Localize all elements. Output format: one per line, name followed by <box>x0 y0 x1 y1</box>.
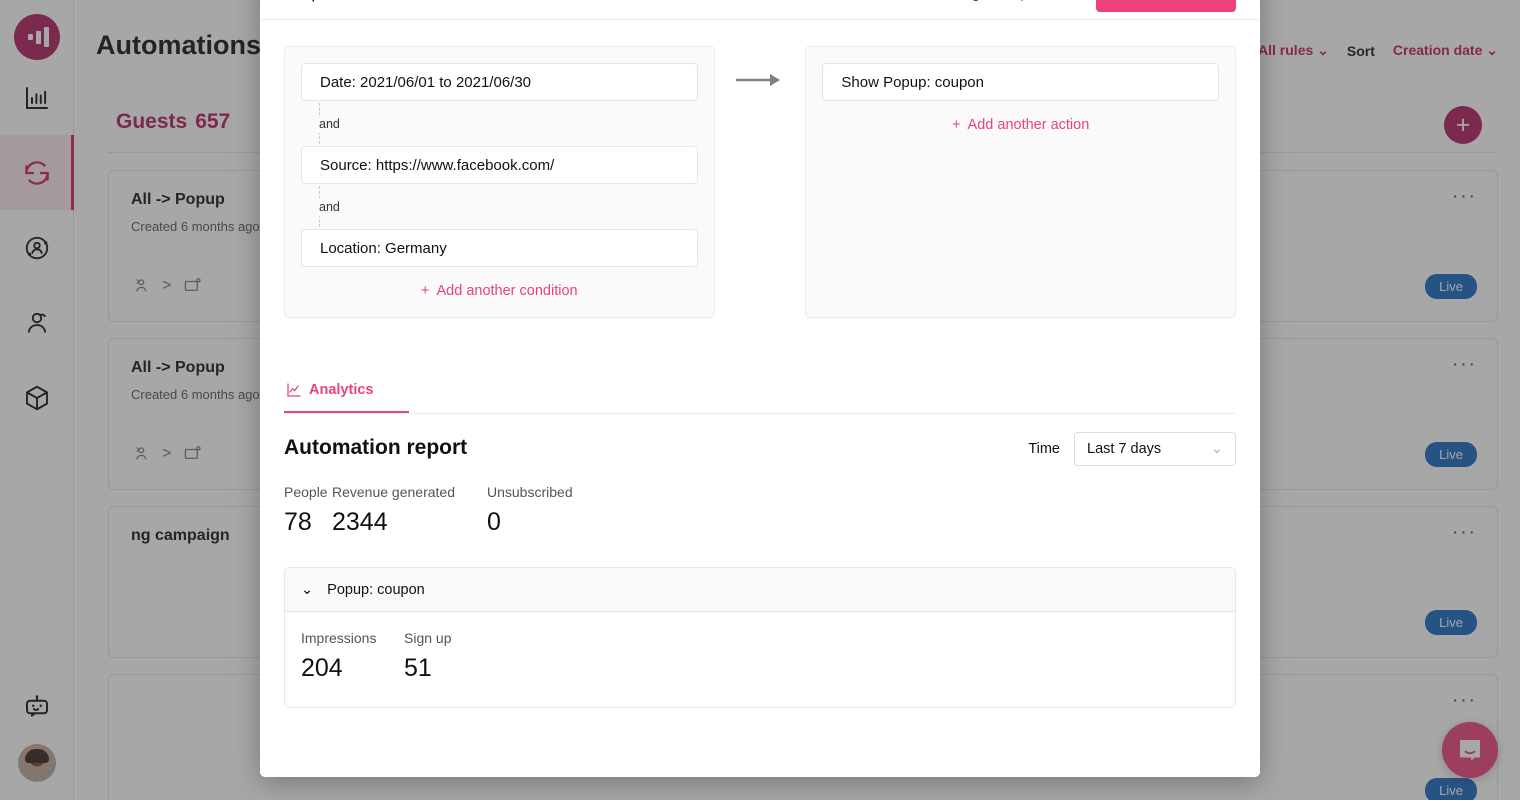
popup-report-card: ⌄ Popup: coupon Impressions 204 Sign up … <box>284 567 1236 708</box>
rule-builder: Date: 2021/06/01 to 2021/06/30 and Sourc… <box>260 20 1260 318</box>
line-chart-icon <box>286 382 302 398</box>
options-label: Options <box>1010 0 1058 1</box>
stat-label: Revenue generated <box>332 484 455 500</box>
plus-icon: + <box>421 283 430 299</box>
modal-tabs: Analytics <box>284 372 1236 414</box>
modal-title: coupon <box>284 0 365 3</box>
time-label: Time <box>1028 441 1060 457</box>
stat-label: Sign up <box>404 630 452 646</box>
stat-people: People 78 <box>284 484 332 537</box>
condition-chip[interactable]: Location: Germany <box>301 229 698 267</box>
joiner-label: and <box>319 114 340 133</box>
condition-chip[interactable]: Source: https://www.facebook.com/ <box>301 146 698 184</box>
stat-label: Impressions <box>301 630 377 646</box>
time-range-value: Last 7 days <box>1087 441 1162 457</box>
stat-label: Unsubscribed <box>487 484 573 500</box>
joiner-label: and <box>319 197 340 216</box>
chevron-down-icon: ⌄ <box>1210 441 1223 457</box>
add-action-label: Add another action <box>967 117 1090 133</box>
action-chip[interactable]: Show Popup: coupon <box>822 63 1219 101</box>
stat-signup: Sign up 51 <box>404 630 451 683</box>
update-rule-button[interactable]: Update Rule <box>1096 0 1236 12</box>
options-dropdown[interactable]: Options ⌄ <box>1010 0 1075 1</box>
stat-value: 78 <box>284 508 312 536</box>
popup-report-title: Popup: coupon <box>327 581 425 598</box>
stat-unsubscribed: Unsubscribed 0 <box>487 484 573 537</box>
arrow-right-icon <box>735 72 784 88</box>
conditions-panel: Date: 2021/06/01 to 2021/06/30 and Sourc… <box>284 46 715 318</box>
stat-impressions: Impressions 204 <box>301 630 404 683</box>
condition-joiner: and <box>301 184 698 229</box>
chevron-down-icon: ⌄ <box>1063 0 1075 1</box>
add-condition-label: Add another condition <box>436 283 578 299</box>
modal-header-actions: Modified 2 months ago Options ⌄ Update R… <box>846 0 1236 12</box>
stat-label: People <box>284 484 328 500</box>
time-filter: Time Last 7 days ⌄ <box>1028 432 1236 466</box>
chevron-down-icon: ⌄ <box>301 581 314 598</box>
tab-analytics-label: Analytics <box>309 382 374 398</box>
add-action-button[interactable]: + Add another action <box>822 117 1219 133</box>
stat-value: 2344 <box>332 508 388 536</box>
modal-header: coupon Modified 2 months ago Options ⌄ U… <box>260 0 1260 20</box>
modified-timestamp: Modified 2 months ago <box>846 0 988 1</box>
plus-icon: + <box>952 117 961 133</box>
condition-chip[interactable]: Date: 2021/06/01 to 2021/06/30 <box>301 63 698 101</box>
automation-report: Automation report Time Last 7 days ⌄ Peo… <box>260 414 1260 537</box>
stat-revenue: Revenue generated 2344 <box>332 484 487 537</box>
tab-analytics[interactable]: Analytics <box>284 372 409 413</box>
automation-detail-modal: coupon Modified 2 months ago Options ⌄ U… <box>260 0 1260 777</box>
pencil-icon[interactable] <box>348 0 365 1</box>
report-stats: People 78 Revenue generated 2344 Unsubsc… <box>284 484 1236 537</box>
stat-value: 0 <box>487 508 501 536</box>
add-condition-button[interactable]: + Add another condition <box>301 283 698 299</box>
popup-report-header[interactable]: ⌄ Popup: coupon <box>285 568 1235 612</box>
flow-arrow <box>715 46 806 318</box>
stat-value: 204 <box>301 654 343 682</box>
modal-title-text: coupon <box>284 0 340 3</box>
stat-value: 51 <box>404 654 432 682</box>
actions-panel: Show Popup: coupon + Add another action <box>805 46 1236 318</box>
time-range-select[interactable]: Last 7 days ⌄ <box>1074 432 1236 466</box>
popup-report-body: Impressions 204 Sign up 51 <box>285 612 1235 707</box>
app-root: Automations All rules ⌄ Sort Creation da… <box>0 0 1520 800</box>
condition-joiner: and <box>301 101 698 146</box>
